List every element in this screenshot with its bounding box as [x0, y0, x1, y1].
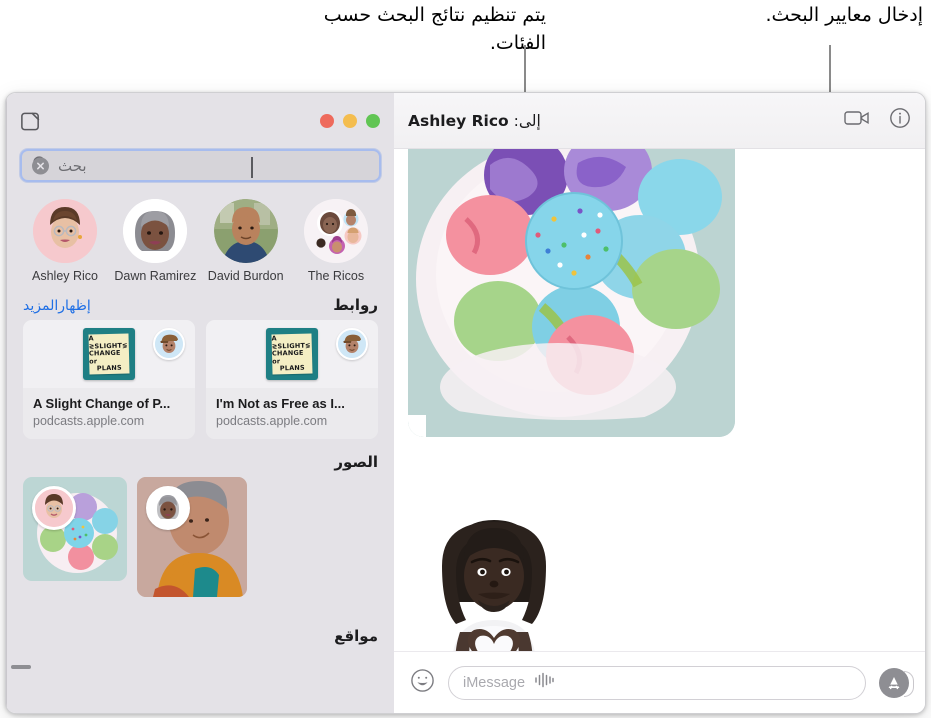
group-avatar — [304, 199, 368, 263]
sidebar-titlebar — [7, 93, 394, 149]
art-line: PLANS — [279, 364, 306, 373]
memoji-avatar — [33, 199, 98, 263]
smiley-face-icon[interactable] — [410, 668, 435, 698]
link-host: podcasts.apple.com — [33, 414, 145, 429]
sender-memoji-badge — [146, 486, 190, 531]
link-title: I'm Not as Free as I... — [216, 396, 345, 412]
minimize-button[interactable] — [343, 114, 357, 128]
link-result-card[interactable]: A ≷SLIGHT≶ CHANGE or PLANS — [206, 320, 378, 440]
messages-window: بحث The Ricos David Burdon Dawn Ramirez … — [5, 92, 926, 714]
message-list: تم التسليم — [394, 149, 925, 651]
section-header-photos: الصور — [7, 445, 394, 475]
contact-result[interactable]: David Burdon — [204, 199, 288, 284]
message-bubble-image[interactable] — [408, 149, 735, 437]
macarons-photo — [408, 149, 735, 437]
search-input[interactable]: بحث — [20, 149, 381, 182]
bubble-tail — [408, 415, 426, 437]
link-thumbnail: A ≷SLIGHT≶ CHANGE or PLANS — [206, 320, 378, 389]
recipient-field[interactable]: إلى: Ashley Rico — [408, 112, 541, 130]
imessage-placeholder: iMessage — [463, 674, 526, 691]
message-composer: iMessage — [394, 651, 925, 713]
link-metadata: A Slight Change of P... podcasts.apple.c… — [23, 388, 195, 440]
link-result-card[interactable]: A ≷SLIGHT≶ CHANGE or PLANS — [23, 320, 195, 440]
link-host: podcasts.apple.com — [216, 414, 328, 429]
contact-result[interactable]: Dawn Ramirez — [113, 199, 197, 284]
callout-search-categories: يتم تنظيم نتائج البحث حسب الفئات. — [323, 4, 546, 54]
imessage-input[interactable]: iMessage — [448, 665, 866, 700]
section-header-locations: مواقع — [7, 603, 394, 649]
contact-result[interactable]: Ashley Rico — [23, 199, 107, 284]
link-title: A Slight Change of P... — [33, 396, 171, 412]
sticky-note-icon: A ≷SLIGHT≶ CHANGE or PLANS — [271, 333, 313, 375]
search-placeholder: بحث — [58, 156, 87, 175]
conversation-tools — [844, 107, 911, 134]
contact-name: Ashley Rico — [32, 269, 99, 283]
contact-name: Dawn Ramirez — [114, 269, 197, 283]
photo-result[interactable] — [137, 477, 247, 598]
app-store-icon[interactable] — [879, 667, 914, 698]
podcast-artwork-icon: A ≷SLIGHT≶ CHANGE or PLANS — [266, 328, 318, 381]
links-results-row: A ≷SLIGHT≶ CHANGE or PLANS I'm Not as Fr… — [7, 318, 394, 445]
to-label: إلى: — [513, 111, 541, 130]
show-more-link[interactable]: إظهارالمزيد — [23, 298, 91, 314]
contact-name: David Burdon — [207, 269, 284, 283]
sender-memoji-badge — [336, 328, 368, 361]
video-camera-icon[interactable] — [844, 108, 870, 133]
contacts-results-row: The Ricos David Burdon Dawn Ramirez Ashl… — [7, 191, 394, 288]
sender-memoji-badge — [153, 328, 185, 361]
text-caret — [251, 157, 253, 178]
search-container: بحث — [7, 149, 394, 191]
art-line: PLANS — [96, 364, 123, 373]
section-title: روابط — [333, 296, 378, 315]
link-metadata: I'm Not as Free as I... podcasts.apple.c… — [206, 388, 378, 440]
contact-name: The Ricos — [307, 269, 365, 283]
podcast-artwork-icon: A ≷SLIGHT≶ CHANGE or PLANS — [83, 328, 135, 381]
audio-waveform-icon[interactable] — [534, 672, 554, 693]
scrollbar[interactable] — [11, 665, 31, 669]
section-title: مواقع — [334, 627, 378, 646]
conversation-pane: إلى: Ashley Rico iMessage — [394, 93, 925, 713]
section-title: الصور — [334, 453, 378, 472]
search-results: The Ricos David Burdon Dawn Ramirez Ashl… — [7, 191, 394, 713]
section-header-links: روابط إظهارالمزيد — [7, 288, 394, 318]
contact-result[interactable]: The Ricos — [294, 199, 378, 284]
window-controls — [320, 114, 380, 128]
conversation-titlebar: إلى: Ashley Rico — [394, 93, 925, 149]
photos-results-row — [7, 475, 394, 603]
info-icon[interactable] — [889, 107, 911, 134]
memoji-avatar — [123, 199, 188, 263]
close-button[interactable] — [320, 114, 334, 128]
clear-icon[interactable] — [32, 157, 49, 174]
zoom-button[interactable] — [366, 114, 380, 128]
photo-avatar — [213, 199, 278, 263]
compose-icon[interactable] — [19, 110, 42, 133]
memoji-sticker[interactable] — [422, 514, 567, 651]
recipient-name: Ashley Rico — [408, 111, 509, 130]
link-thumbnail: A ≷SLIGHT≶ CHANGE or PLANS — [23, 320, 195, 389]
sender-memoji-badge — [32, 486, 76, 531]
callout-search-criteria: إدخال معايير البحث. — [765, 4, 923, 26]
search-sidebar: بحث The Ricos David Burdon Dawn Ramirez … — [6, 93, 394, 713]
photo-result[interactable] — [23, 477, 127, 582]
sticky-note-icon: A ≷SLIGHT≶ CHANGE or PLANS — [88, 333, 130, 375]
